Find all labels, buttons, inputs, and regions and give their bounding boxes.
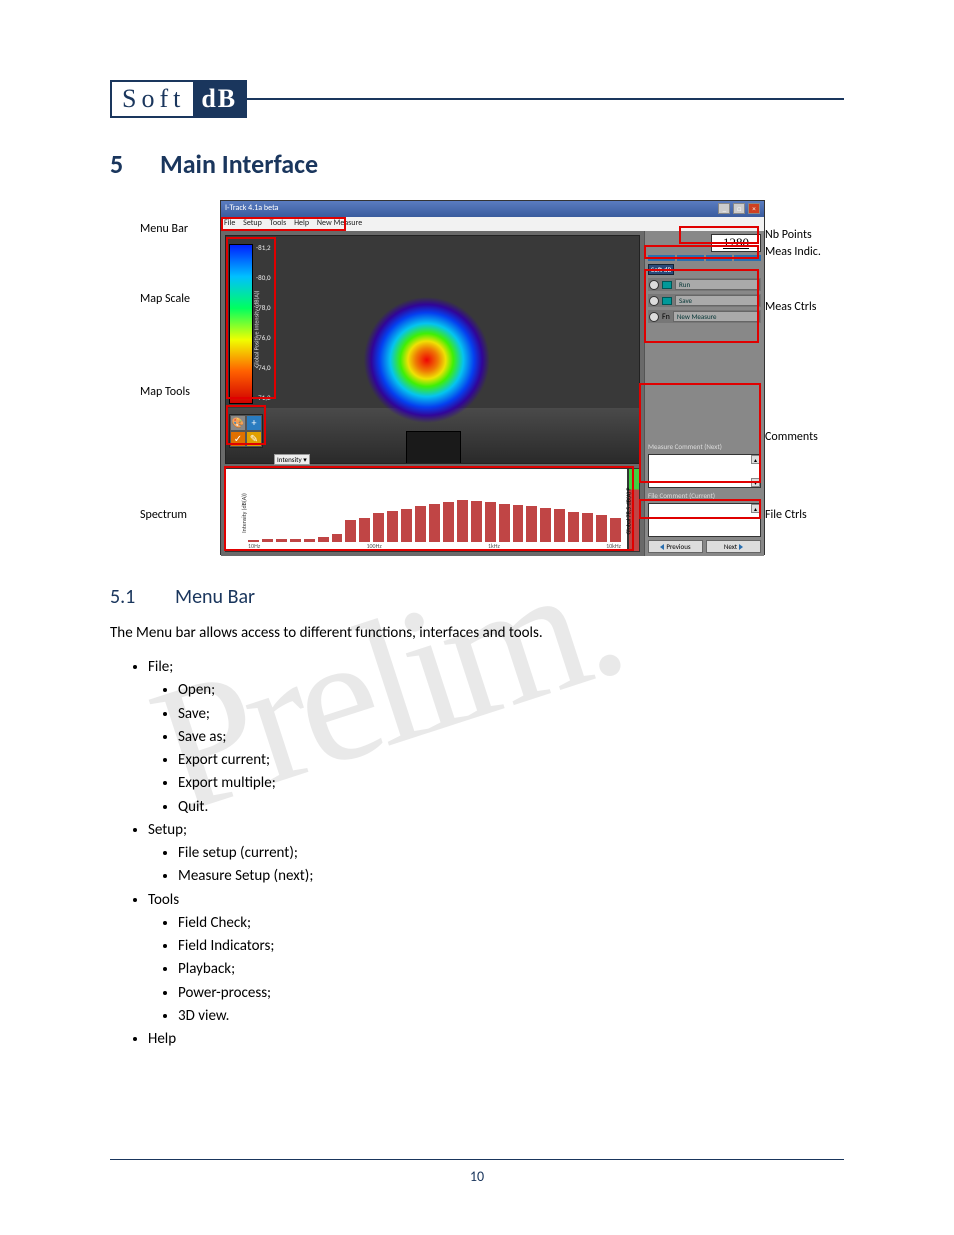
callout-measindic: Meas Indic. bbox=[765, 245, 821, 259]
callout-mapscale: Map Scale bbox=[140, 292, 190, 306]
list-item: Playback; bbox=[178, 958, 844, 981]
menu-bar[interactable]: File Setup Tools Help New Measure bbox=[221, 217, 764, 231]
section-heading: 5Main Interface bbox=[110, 148, 844, 180]
app-window: I-Track 4.1a beta _ □ × File Setup Tools… bbox=[220, 200, 765, 555]
list-item: Measure Setup (next); bbox=[178, 865, 844, 888]
menu-tools[interactable]: Tools bbox=[270, 218, 287, 228]
header: Soft dB bbox=[110, 80, 844, 118]
save-button[interactable]: Save bbox=[648, 294, 761, 307]
main-view: Global Positive Intensity (dB(A)) -81,2 … bbox=[221, 231, 644, 556]
menu-file[interactable]: File bbox=[224, 218, 235, 228]
list-item: Export multiple; bbox=[178, 772, 844, 795]
file-nav: Previous Next bbox=[648, 540, 761, 553]
plus-icon[interactable]: + bbox=[246, 415, 262, 431]
maximize-icon[interactable]: □ bbox=[733, 203, 745, 214]
map-scale: Global Positive Intensity (dB(A)) -81,2 … bbox=[229, 244, 253, 404]
page-footer: 10 bbox=[110, 1159, 844, 1185]
previous-button[interactable]: Previous bbox=[648, 540, 703, 553]
list-item: Export current; bbox=[178, 749, 844, 772]
arrow-left-icon bbox=[660, 544, 664, 550]
meas-comment-label: Measure Comment (Next) bbox=[648, 442, 761, 451]
brand-logo: Soft dB bbox=[110, 80, 247, 118]
list-item: Save as; bbox=[178, 726, 844, 749]
list-item: File setup (current); bbox=[178, 842, 844, 865]
list-item: Quit. bbox=[178, 796, 844, 819]
menu-help[interactable]: Help bbox=[294, 218, 309, 228]
window-buttons: _ □ × bbox=[717, 203, 760, 215]
nb-points-value: 1280 bbox=[711, 234, 761, 252]
callout-spectrum: Spectrum bbox=[140, 508, 187, 522]
subsection-heading: 5.1Menu Bar bbox=[110, 585, 844, 609]
palette-icon[interactable]: 🎨 bbox=[230, 415, 246, 431]
callout-nbpoints: Nb Points bbox=[765, 228, 812, 242]
run-icon bbox=[662, 281, 672, 289]
intensity-heatmap bbox=[326, 261, 536, 441]
map-tools[interactable]: 🎨 + ✓ ✎ bbox=[229, 414, 263, 448]
callout-menubar: Menu Bar bbox=[140, 222, 188, 236]
workspace: Global Positive Intensity (dB(A)) -81,2 … bbox=[221, 231, 764, 556]
meas-indicator bbox=[648, 255, 761, 261]
logo-right: dB bbox=[193, 82, 245, 116]
spectrum-panel: Intensity ▾ Intensity (dB(A)) 10Hz 100Hz… bbox=[225, 468, 640, 552]
save-icon bbox=[662, 297, 672, 305]
check-icon[interactable]: ✓ bbox=[230, 431, 246, 447]
list-item: Tools Field Check; Field Indicators; Pla… bbox=[148, 889, 844, 1029]
callout-filectrls: File Ctrls bbox=[765, 508, 807, 522]
list-item: Power-process; bbox=[178, 982, 844, 1005]
spectrum-bars bbox=[248, 481, 621, 542]
side-brand: Soft dB bbox=[648, 264, 674, 275]
run-button[interactable]: Run bbox=[648, 278, 761, 291]
annotated-screenshot: Menu Bar Map Scale Map Tools Spectrum Nb… bbox=[140, 200, 780, 560]
list-item: Help bbox=[148, 1028, 844, 1051]
next-button[interactable]: Next bbox=[706, 540, 761, 553]
window-titlebar: I-Track 4.1a beta _ □ × bbox=[221, 201, 764, 217]
file-comment-box[interactable]: ▴ bbox=[648, 503, 761, 537]
callout-measctrls: Meas Ctrls bbox=[765, 300, 816, 314]
callout-comments: Comments bbox=[765, 430, 818, 444]
menu-newmeasure[interactable]: New Measure bbox=[317, 218, 362, 228]
list-item: 3D view. bbox=[178, 1005, 844, 1028]
logo-left: Soft bbox=[112, 82, 193, 116]
window-title: I-Track 4.1a beta bbox=[225, 203, 278, 215]
list-item: Field Indicators; bbox=[178, 935, 844, 958]
menu-description-list: File; Open; Save; Save as; Export curren… bbox=[148, 656, 844, 1051]
list-item: Open; bbox=[178, 679, 844, 702]
file-comment-label: File Comment (Current) bbox=[648, 491, 761, 500]
list-item: Save; bbox=[178, 703, 844, 726]
spectrum-xaxis: 10Hz 100Hz 1kHz 10kHz bbox=[248, 542, 621, 550]
map-view[interactable]: Global Positive Intensity (dB(A)) -81,2 … bbox=[225, 235, 640, 464]
newmeasure-button[interactable]: FnNew Measure bbox=[648, 310, 761, 323]
spectrum-chart[interactable]: Intensity ▾ Intensity (dB(A)) 10Hz 100Hz… bbox=[225, 468, 628, 552]
header-rule bbox=[247, 98, 844, 100]
spectrum-ylabel: Intensity (dB(A)) bbox=[240, 493, 248, 533]
scroll-up-icon[interactable]: ▴ bbox=[751, 504, 760, 513]
list-item: Field Check; bbox=[178, 912, 844, 935]
pencil-icon[interactable]: ✎ bbox=[246, 431, 262, 447]
list-item: File; Open; Save; Save as; Export curren… bbox=[148, 656, 844, 819]
menu-setup[interactable]: Setup bbox=[243, 218, 262, 228]
paragraph: The Menu bar allows access to different … bbox=[110, 624, 844, 642]
scroll-up-icon[interactable]: ▴ bbox=[751, 455, 760, 464]
close-icon[interactable]: × bbox=[748, 203, 760, 214]
meas-comment-box[interactable]: ▴▾ bbox=[648, 454, 761, 488]
footer-rule bbox=[110, 1159, 844, 1160]
page-number: 10 bbox=[110, 1168, 844, 1185]
scroll-down-icon[interactable]: ▾ bbox=[751, 478, 760, 487]
callout-maptools: Map Tools bbox=[140, 385, 190, 399]
arrow-right-icon bbox=[739, 544, 743, 550]
spectrum-selector[interactable]: Intensity ▾ bbox=[274, 454, 310, 465]
minimize-icon[interactable]: _ bbox=[718, 203, 730, 214]
side-panel: 1280 Soft dB Run Save FnNew Measure Meas… bbox=[644, 231, 764, 556]
list-item: Setup; File setup (current); Measure Set… bbox=[148, 819, 844, 889]
global-bar: Global 78,5 dB(A) P bbox=[628, 468, 640, 552]
